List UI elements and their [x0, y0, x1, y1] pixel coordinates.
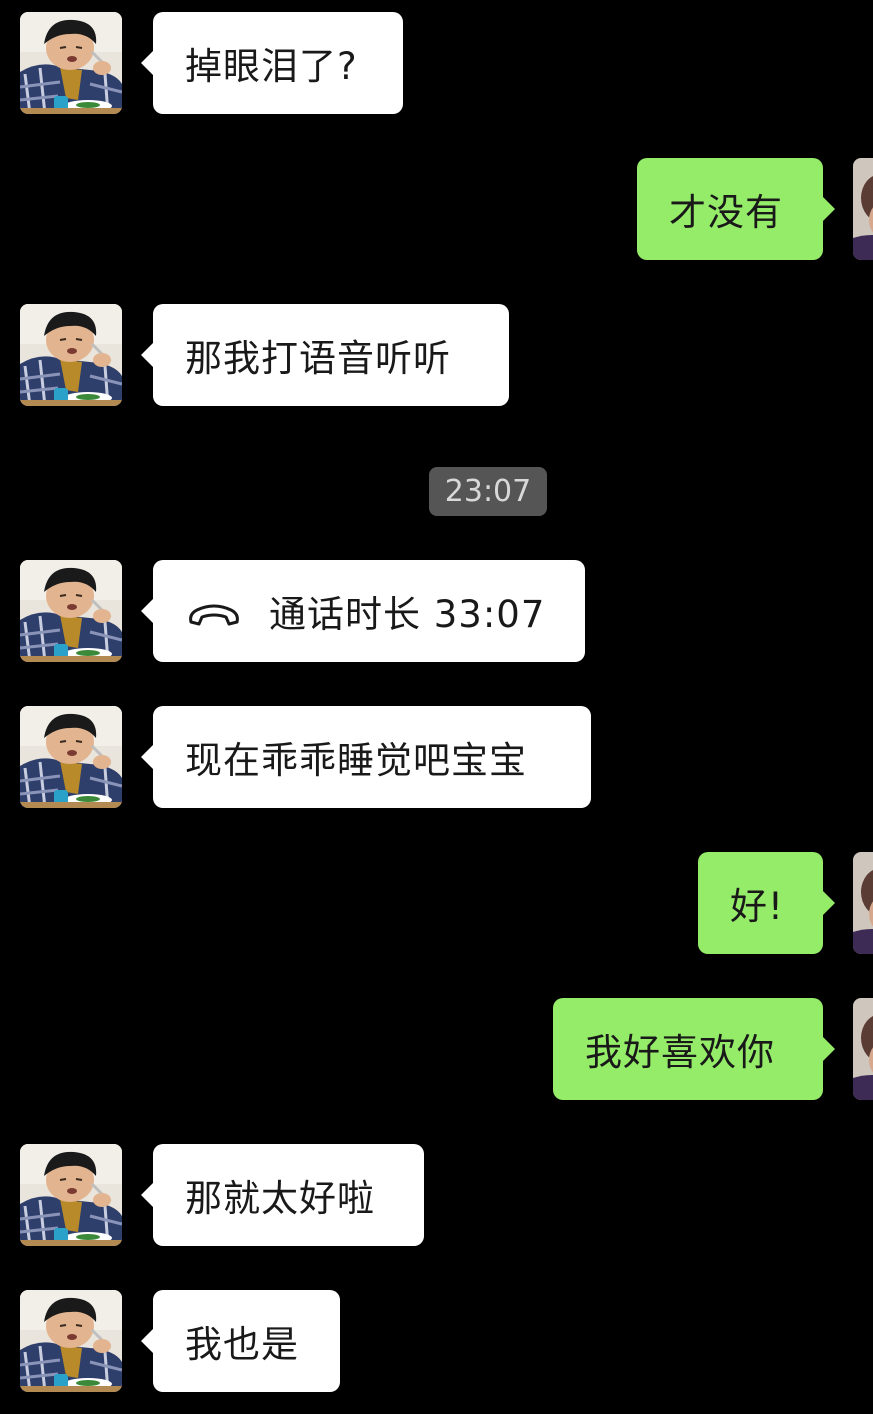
- outgoing-message-bubble[interactable]: 好!: [698, 852, 835, 954]
- message-text: 现在乖乖睡觉吧宝宝: [185, 739, 527, 782]
- message-timestamp: 23:07: [429, 467, 547, 516]
- message-text: 那就太好啦: [185, 1177, 375, 1220]
- voice-call-record-bubble[interactable]: 通话时长 33:07: [141, 560, 585, 662]
- contact-avatar[interactable]: [20, 706, 122, 808]
- incoming-message-bubble[interactable]: 那我打语音听听: [141, 304, 509, 406]
- my-avatar[interactable]: [853, 852, 873, 954]
- message-text: 好!: [730, 885, 784, 928]
- contact-avatar[interactable]: [20, 1290, 122, 1392]
- incoming-message-bubble[interactable]: 那就太好啦: [141, 1144, 424, 1246]
- message-text: 我好喜欢你: [585, 1031, 775, 1074]
- chat-message-list[interactable]: 掉眼泪了? 才没有 那我打语音听听 23:07 通话时长 33:07 现在乖乖睡…: [0, 0, 873, 1414]
- contact-avatar[interactable]: [20, 12, 122, 114]
- my-avatar[interactable]: [853, 158, 873, 260]
- incoming-message-bubble[interactable]: 现在乖乖睡觉吧宝宝: [141, 706, 591, 808]
- message-text: 才没有: [669, 191, 783, 234]
- message-text: 掉眼泪了?: [185, 45, 358, 88]
- outgoing-message-bubble[interactable]: 我好喜欢你: [553, 998, 835, 1100]
- my-avatar[interactable]: [853, 998, 873, 1100]
- contact-avatar[interactable]: [20, 1144, 122, 1246]
- phone-hangup-icon: [185, 596, 243, 626]
- message-text: 我也是: [185, 1323, 299, 1366]
- message-text: 那我打语音听听: [185, 337, 451, 380]
- contact-avatar[interactable]: [20, 304, 122, 406]
- incoming-message-bubble[interactable]: 掉眼泪了?: [141, 12, 403, 114]
- outgoing-message-bubble[interactable]: 才没有: [637, 158, 835, 260]
- call-duration-text: 通话时长 33:07: [269, 593, 546, 636]
- incoming-message-bubble[interactable]: 我也是: [141, 1290, 340, 1392]
- contact-avatar[interactable]: [20, 560, 122, 662]
